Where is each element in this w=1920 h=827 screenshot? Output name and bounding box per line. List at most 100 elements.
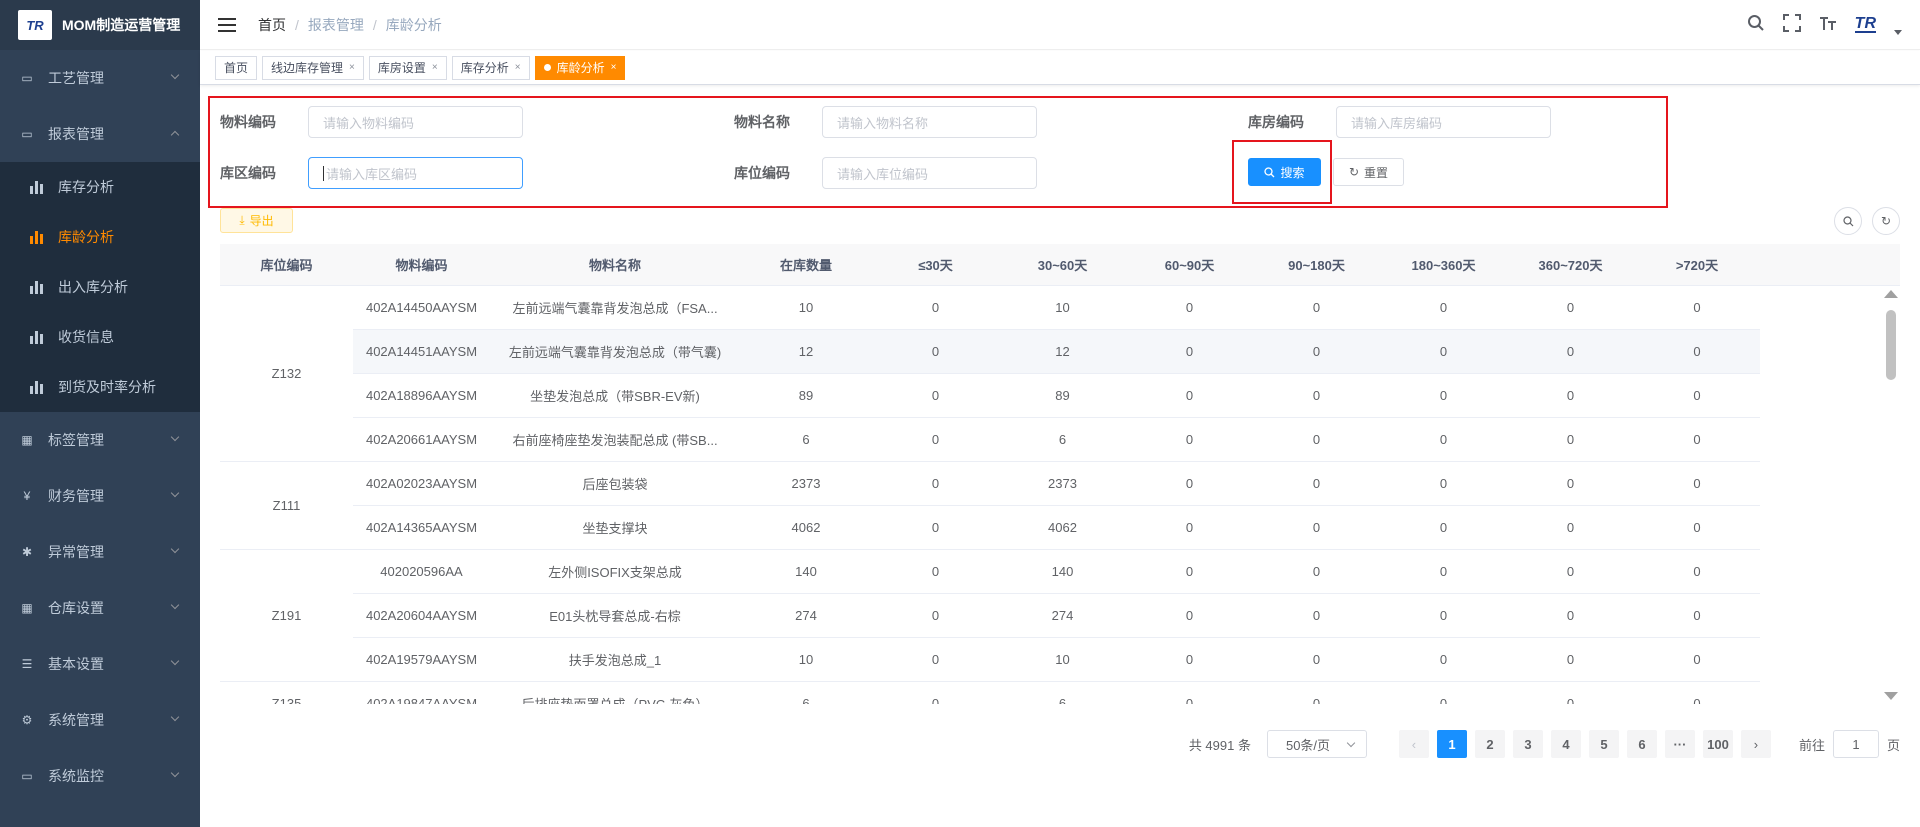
tab-warehouse-settings[interactable]: 库房设置 × <box>368 55 447 80</box>
sidebar-item-labels[interactable]: ▦ 标签管理 <box>0 412 200 468</box>
column-header: 360~720天 <box>1538 258 1603 273</box>
table-cell: 0 <box>931 608 940 623</box>
scroll-down-icon[interactable] <box>1884 692 1898 700</box>
page-jumper: 前往 1 页 <box>1799 730 1900 758</box>
sidebar-item-monitor[interactable]: ▭ 系统监控 <box>0 748 200 804</box>
table-row[interactable]: 402A14450AAYSM 左前远端气囊靠背发泡总成（FSA... 10 0 10 0 0… <box>353 286 1760 330</box>
goto-page-input[interactable]: 1 <box>1832 730 1879 758</box>
table-cell: 扶手发泡总成_1 <box>568 653 662 668</box>
user-avatar-logo[interactable]: TR <box>1854 16 1876 33</box>
sidebar-item-finance[interactable]: ¥ 财务管理 <box>0 468 200 524</box>
table-cell: 140 <box>795 564 817 579</box>
fullscreen-icon[interactable] <box>1782 13 1801 37</box>
sidebar-item-warehouse[interactable]: ▦ 仓库设置 <box>0 580 200 636</box>
logo-badge: TR <box>18 10 52 40</box>
page-button[interactable]: 5 <box>1588 730 1619 758</box>
table-cell: 6 <box>802 696 810 704</box>
bug-icon: ✱ <box>21 545 33 559</box>
breadcrumb-reports[interactable]: 报表管理 <box>308 15 364 35</box>
pagination: 共 4991 条 50条/页 ‹ 1 2 3 4 5 6 ··· 100 › 前往 1 页 <box>1189 729 1900 759</box>
table-cell: 10 <box>798 300 814 315</box>
table-cell: 0 <box>1312 520 1321 535</box>
page-button[interactable]: 100 <box>1702 730 1733 758</box>
sidebar-item-process[interactable]: ▭ 工艺管理 <box>0 50 200 106</box>
table-row[interactable]: 402A20604AAYSM E01头枕导套总成-右棕 274 0 274 0 0 0 0 0 <box>353 594 1760 638</box>
table-cell: 6 <box>802 432 810 447</box>
table-row[interactable]: 402A02023AAYSM 后座包装袋 2373 0 2373 0 0 0 0 0 <box>353 462 1760 506</box>
chevron-down-icon <box>170 432 180 442</box>
tab-inventory-analysis[interactable]: 库存分析 × <box>451 55 530 80</box>
search-icon[interactable] <box>1747 14 1765 37</box>
table-row[interactable]: 402A19847AAYSM 后排座垫面罩总成（PVC-灰色） 6 0 6 0 0 0 0 0 <box>353 682 1760 704</box>
page-size-select[interactable]: 50条/页 <box>1266 730 1367 758</box>
toggle-search-button[interactable] <box>1834 207 1862 235</box>
table-cell: 0 <box>1439 564 1448 579</box>
sidebar-subitem-label: 出入库分析 <box>58 279 128 295</box>
table-cell: 左外侧ISOFIX支架总成 <box>548 565 682 580</box>
hamburger-icon[interactable] <box>218 17 236 32</box>
scroll-up-icon[interactable] <box>1884 290 1898 298</box>
page-button[interactable]: 4 <box>1550 730 1581 758</box>
sidebar-item-basic[interactable]: ☰ 基本设置 <box>0 636 200 692</box>
table-row[interactable]: 402A14365AAYSM 坐垫支撑块 4062 0 4062 0 0 0 0 0 <box>353 506 1760 550</box>
table-cell: 4062 <box>791 520 821 535</box>
material-name-input[interactable]: 请输入物料名称 <box>822 106 1037 138</box>
table-row[interactable]: 402A14451AAYSM 左前远端气囊靠背发泡总成（带气囊) 12 0 12 0 0 0 0… <box>353 330 1760 374</box>
close-icon[interactable]: × <box>515 57 521 79</box>
table-cell: 0 <box>1566 432 1575 447</box>
table-cell: 0 <box>1566 388 1575 403</box>
font-size-icon[interactable] <box>1819 14 1837 37</box>
table-cell: 402A20661AAYSM <box>365 432 478 447</box>
page-button[interactable]: 2 <box>1474 730 1505 758</box>
page-ellipsis[interactable]: ··· <box>1664 730 1695 758</box>
table-cell: 0 <box>1693 520 1701 535</box>
next-page-button[interactable]: › <box>1740 730 1771 758</box>
tab-home[interactable]: 首页 <box>215 55 258 80</box>
sidebar-subitem-age-analysis[interactable]: 库龄分析 <box>0 212 200 262</box>
export-button[interactable]: ⤓ 导出 <box>220 208 293 233</box>
refresh-button[interactable]: ↻ <box>1872 207 1900 235</box>
table-cell: 0 <box>1566 564 1575 579</box>
sidebar-item-reports[interactable]: ▭ 报表管理 <box>0 106 200 162</box>
warehouse-code-input[interactable]: 请输入库房编码 <box>1336 106 1551 138</box>
table-cell: 89 <box>1055 388 1070 403</box>
location-code-input[interactable]: 请输入库位编码 <box>822 157 1037 189</box>
scroll-thumb[interactable] <box>1886 310 1896 380</box>
caret-down-icon[interactable] <box>1894 29 1902 35</box>
table-cell: 0 <box>1693 652 1701 667</box>
prev-page-button[interactable]: ‹ <box>1398 730 1429 758</box>
table-row[interactable]: 402A19579AAYSM 扶手发泡总成_1 10 0 10 0 0 0 0 0 <box>353 638 1760 682</box>
tab-lineside-inventory[interactable]: 线边库存管理 × <box>262 55 364 80</box>
table-row[interactable]: 402A20661AAYSM 右前座椅座垫发泡装配总成 (带SB... 6 0 6 0 0 0… <box>353 418 1760 462</box>
sidebar-subitem-label: 收货信息 <box>58 329 114 345</box>
reset-button[interactable]: ↻ 重置 <box>1333 158 1404 186</box>
material-code-input[interactable]: 请输入物料编码 <box>308 106 523 138</box>
table-row[interactable]: 402020596AA 左外侧ISOFIX支架总成 140 0 140 0 0 0 0 0 <box>353 550 1760 594</box>
table-cell: 坐垫发泡总成（带SBR-EV新) <box>530 389 700 404</box>
table-cell: 402A02023AAYSM <box>365 476 478 491</box>
sidebar-subitem-ontime-analysis[interactable]: 到货及时率分析 <box>0 362 200 412</box>
table-row[interactable]: 402A18896AAYSM 坐垫发泡总成（带SBR-EV新) 89 0 89 0 0 0 0 0 <box>353 374 1760 418</box>
area-code-input[interactable]: 请输入库区编码 <box>308 157 523 189</box>
page-button[interactable]: 1 <box>1436 730 1467 758</box>
breadcrumb-home[interactable]: 首页 <box>258 15 286 35</box>
sidebar-item-exceptions[interactable]: ✱ 异常管理 <box>0 524 200 580</box>
vertical-scrollbar[interactable] <box>1880 286 1900 704</box>
breadcrumb: 首页 / 报表管理 / 库龄分析 <box>258 15 442 35</box>
sidebar-subitem-inout-analysis[interactable]: 出入库分析 <box>0 262 200 312</box>
close-icon[interactable]: × <box>611 57 617 79</box>
search-button[interactable]: 搜索 <box>1248 158 1321 186</box>
table-cell: 402A19579AAYSM <box>365 652 478 667</box>
column-header: 库位编码 <box>260 258 313 273</box>
close-icon[interactable]: × <box>349 57 355 79</box>
sidebar-item-system[interactable]: ⚙ 系统管理 <box>0 692 200 748</box>
monitor-icon: ▭ <box>21 127 33 141</box>
tab-age-analysis[interactable]: 库龄分析 × <box>534 55 626 80</box>
column-header: 30~60天 <box>1037 258 1088 273</box>
page-button[interactable]: 3 <box>1512 730 1543 758</box>
page-button[interactable]: 6 <box>1626 730 1657 758</box>
sidebar-subitem-inventory-analysis[interactable]: 库存分析 <box>0 162 200 212</box>
sidebar-subitem-receipt-info[interactable]: 收货信息 <box>0 312 200 362</box>
close-icon[interactable]: × <box>432 57 438 79</box>
table-icon: ▦ <box>21 433 33 447</box>
